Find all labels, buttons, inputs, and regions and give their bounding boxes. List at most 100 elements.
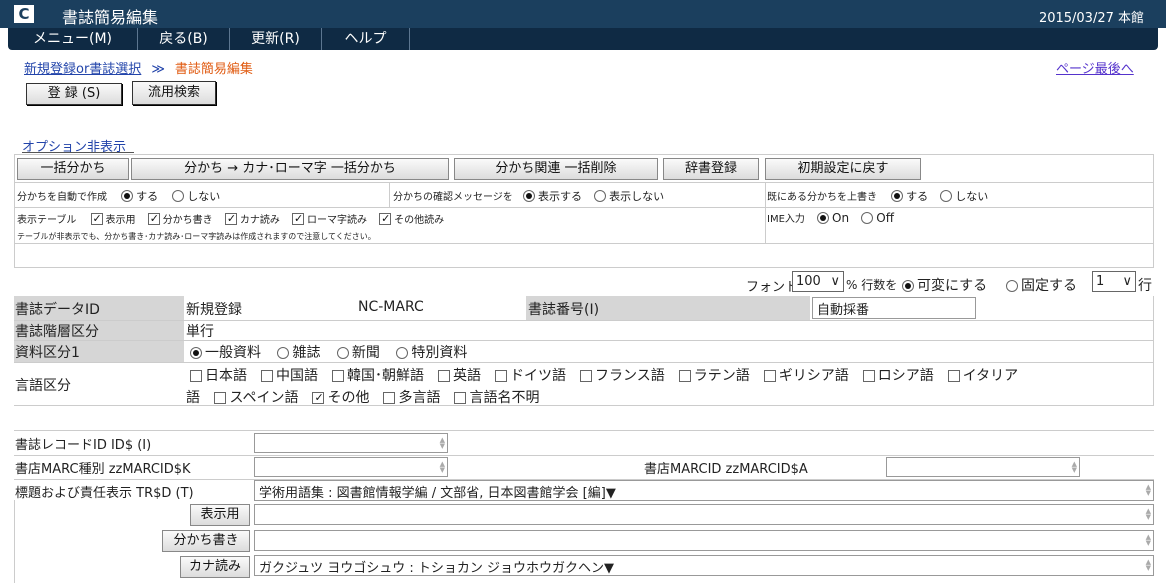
language-checkbox[interactable]	[332, 370, 344, 382]
title-input[interactable]: 学術用語集 : 図書館情報学編 / 文部省, 日本図書館学会 [編]▼ ▲ ▼	[254, 480, 1154, 501]
material-general-radio[interactable]	[190, 347, 202, 359]
record-id-label: 書誌データID	[15, 302, 100, 318]
bulk-delete-split-button[interactable]: 分かち関連 一括削除	[454, 158, 658, 180]
language-checkbox[interactable]	[862, 370, 875, 382]
font-size-select[interactable]: 100 ∨	[792, 271, 844, 292]
divider	[15, 207, 1153, 208]
record-number-label: 書誌番号(I)	[528, 302, 600, 318]
display-checkbox[interactable]	[90, 213, 103, 225]
row-count-select[interactable]: 1 ∨	[1092, 271, 1136, 292]
split-writing-button[interactable]: 分かち書き	[162, 530, 250, 552]
language-checkbox[interactable]	[214, 392, 227, 404]
kana-checkbox-label: カナ読み	[239, 215, 280, 226]
display-table-label: 表示テーブル	[17, 215, 77, 226]
divider	[14, 455, 1154, 456]
record-id-input[interactable]: ▲ ▼	[254, 433, 448, 453]
split-to-kana-button[interactable]: 分かち → カナ･ローマ字 一括分かち	[131, 158, 449, 180]
language-checkbox[interactable]	[190, 370, 202, 382]
reuse-search-button[interactable]: 流用検索	[132, 81, 216, 105]
language-label: 言語区分	[15, 378, 71, 394]
marc-id-label: 書店MARCID zzMARCID$A	[644, 462, 808, 477]
menu-item-update[interactable]: 更新(R)	[230, 28, 322, 50]
spinner-icon: ▲ ▼	[439, 460, 445, 474]
overwrite-on-radio[interactable]	[891, 190, 904, 202]
reset-default-button[interactable]: 初期設定に戻す	[765, 158, 921, 180]
auto-split-on-radio[interactable]	[121, 190, 134, 202]
ime-on-radio[interactable]	[817, 212, 830, 224]
language-option-label: スペイン語	[229, 390, 299, 406]
record-source: NC-MARC	[358, 299, 424, 315]
breadcrumb-link[interactable]: 新規登録or書誌選択	[24, 62, 141, 77]
marc-id-input[interactable]: ▲ ▼	[886, 457, 1080, 477]
language-checkbox[interactable]	[495, 370, 507, 382]
kana-reading-input[interactable]: ガクジュツ ヨウゴシュウ : トショカン ジョウホウガクヘン▼ ▲ ▼	[254, 555, 1154, 576]
register-button[interactable]: 登 録 (S)	[26, 83, 122, 105]
breadcrumb-separator: ≫	[151, 62, 165, 77]
confirm-msg-row: 分かちの確認メッセージを 表示する 表示しない	[393, 188, 664, 204]
auto-split-off-radio[interactable]	[172, 190, 185, 202]
language-checkbox[interactable]	[678, 370, 691, 382]
bulk-split-button[interactable]: 一括分かち	[17, 158, 129, 180]
font-size-value: 100	[796, 274, 821, 289]
kana-checkbox[interactable]	[224, 213, 237, 225]
app-title: 書誌簡易編集	[62, 8, 159, 27]
ime-row: IME入力 On Off	[767, 210, 894, 226]
kana-input-value: ガクジュツ ヨウゴシュウ : トショカン ジョウホウガクヘン▼	[259, 561, 614, 576]
language-option-label: その他	[327, 390, 370, 406]
language-option-label: ギリシア語	[778, 368, 849, 384]
split-writing-input[interactable]: ▲ ▼	[254, 530, 1154, 551]
level-value: 単行	[186, 324, 214, 340]
language-checkbox[interactable]	[383, 392, 396, 404]
divider	[14, 430, 1154, 431]
split-writing-checkbox[interactable]	[147, 213, 160, 225]
confirm-msg-show-radio[interactable]	[522, 190, 535, 202]
divider	[15, 182, 1153, 183]
material-special-radio[interactable]	[396, 347, 409, 359]
chevron-down-icon: ∨	[830, 274, 840, 289]
romaji-checkbox[interactable]	[291, 213, 304, 225]
language-checkbox[interactable]	[438, 370, 450, 382]
language-option-label: フランス語	[595, 368, 665, 384]
auto-split-label: 分かちを自動で作成	[17, 192, 107, 203]
font-label: フォント	[746, 280, 799, 295]
kana-reading-button[interactable]: カナ読み	[180, 556, 250, 578]
divider	[14, 500, 15, 583]
language-checkbox[interactable]	[580, 370, 592, 382]
spinner-icon: ▲ ▼	[1145, 507, 1151, 521]
language-option-label: ドイツ語	[510, 368, 566, 384]
overwrite-off-radio[interactable]	[940, 190, 953, 202]
language-checkbox[interactable]	[454, 392, 467, 404]
display-field-button[interactable]: 表示用	[190, 504, 250, 526]
variable-rows-radio[interactable]	[902, 280, 914, 292]
language-checkbox[interactable]	[261, 370, 273, 382]
language-option-label: 中国語	[276, 368, 318, 384]
marc-type-input[interactable]: ▲ ▼	[254, 457, 448, 477]
menu-bar: メニュー(M) 戻る(B) 更新(R) ヘルプ	[8, 28, 1158, 50]
language-checkbox[interactable]	[312, 392, 325, 404]
split-writing-checkbox-label: 分かち書き	[162, 215, 213, 226]
record-number-input[interactable]: 自動採番	[812, 297, 976, 319]
dictionary-register-button[interactable]: 辞書登録	[663, 158, 759, 180]
menu-item-help[interactable]: ヘルプ	[322, 28, 410, 50]
title-bar: C 書誌簡易編集 2015/03/27 本館	[0, 0, 1166, 28]
language-checkbox[interactable]	[763, 370, 776, 382]
divider	[14, 340, 1154, 341]
material-newspaper-radio[interactable]	[336, 347, 349, 359]
fixed-rows-radio[interactable]	[1006, 280, 1018, 292]
display-input[interactable]: ▲ ▼	[254, 504, 1154, 525]
ime-off-radio[interactable]	[861, 212, 874, 224]
other-reading-checkbox[interactable]	[379, 213, 392, 225]
language-checkbox[interactable]	[947, 370, 960, 382]
overwrite-off-label: しない	[955, 190, 989, 203]
confirm-msg-hide-radio[interactable]	[594, 190, 607, 202]
menu-item-menu[interactable]: メニュー(M)	[8, 28, 138, 50]
material-label: 資料区分1	[15, 345, 80, 361]
material-magazine-radio[interactable]	[277, 347, 290, 359]
menu-item-back[interactable]: 戻る(B)	[138, 28, 230, 50]
breadcrumb: 新規登録or書誌選択 ≫ 書誌簡易編集	[24, 58, 253, 77]
page-end-link[interactable]: ページ最後へ	[1056, 58, 1134, 77]
record-id-field-label: 書誌レコードID ID$ (I)	[15, 438, 152, 453]
overwrite-row: 既にある分かちを上書き する しない	[767, 188, 988, 204]
material-magazine-label: 雑誌	[292, 345, 321, 361]
title-input-value: 学術用語集 : 図書館情報学編 / 文部省, 日本図書館学会 [編]▼	[259, 486, 616, 501]
